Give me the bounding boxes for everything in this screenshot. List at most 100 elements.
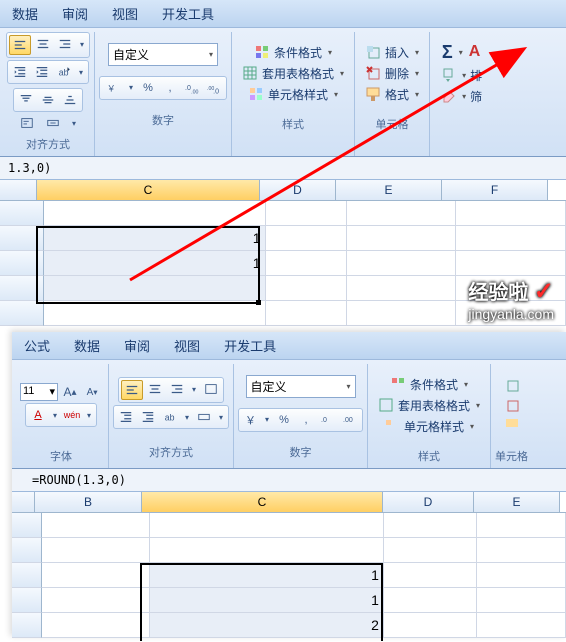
decrease-decimal-icon[interactable]: .00.0 xyxy=(204,79,224,97)
align-middle-icon[interactable] xyxy=(38,91,58,109)
cell[interactable] xyxy=(42,513,150,538)
comma-icon[interactable]: , xyxy=(160,79,180,97)
cell[interactable] xyxy=(44,301,266,326)
align-right-icon[interactable] xyxy=(55,35,75,53)
merge-center-icon[interactable] xyxy=(194,408,214,426)
format-as-table-button[interactable]: 套用表格格式 ▾ xyxy=(238,64,348,83)
indent-increase-icon[interactable] xyxy=(138,408,158,426)
cell[interactable]: 1 xyxy=(150,588,384,613)
decrease-font-icon[interactable]: A▾ xyxy=(82,383,102,401)
cell[interactable] xyxy=(266,226,347,251)
currency-icon[interactable]: ￥ xyxy=(102,79,124,97)
percent-icon[interactable]: % xyxy=(274,411,294,429)
align-top-icon[interactable] xyxy=(16,91,36,109)
dropdown-icon[interactable]: ▾ xyxy=(126,79,136,97)
cell[interactable] xyxy=(384,538,477,563)
cell[interactable] xyxy=(477,563,566,588)
cell[interactable] xyxy=(477,538,566,563)
fill-button[interactable]: ▾ 排 xyxy=(436,66,486,85)
row-header[interactable] xyxy=(0,201,44,226)
column-header[interactable]: D xyxy=(260,180,336,200)
wrap-text-icon[interactable] xyxy=(201,380,221,398)
cell[interactable] xyxy=(384,513,477,538)
indent-decrease-icon[interactable] xyxy=(10,63,30,81)
cell[interactable] xyxy=(266,301,347,326)
number-format-select[interactable]: 自定义 ▾ xyxy=(108,43,218,66)
cell[interactable] xyxy=(384,613,477,638)
insert-button[interactable]: 插入 ▾ xyxy=(361,43,423,62)
cell[interactable] xyxy=(42,613,150,638)
cell[interactable] xyxy=(456,201,566,226)
cell[interactable] xyxy=(42,538,150,563)
conditional-formatting-button[interactable]: 条件格式 ▾ xyxy=(386,375,472,394)
cell[interactable]: 1 xyxy=(44,226,266,251)
column-header[interactable]: E xyxy=(474,492,560,512)
decrease-decimal-icon[interactable]: .00 xyxy=(340,411,360,429)
align-right-icon[interactable] xyxy=(167,380,187,398)
comma-icon[interactable]: , xyxy=(296,411,316,429)
cell[interactable] xyxy=(266,201,347,226)
conditional-formatting-button[interactable]: 条件格式 ▾ xyxy=(250,43,336,62)
insert-button[interactable] xyxy=(500,376,524,394)
column-header[interactable]: F xyxy=(442,180,548,200)
column-header[interactable]: C xyxy=(37,180,260,200)
cell[interactable] xyxy=(44,201,266,226)
format-button[interactable]: 格式 ▾ xyxy=(361,85,423,104)
tab-data[interactable]: 数据 xyxy=(74,336,100,355)
cell[interactable] xyxy=(384,563,477,588)
number-format-select[interactable]: 自定义 ▾ xyxy=(246,375,356,398)
delete-button[interactable]: 删除 ▾ xyxy=(361,64,423,83)
cell[interactable] xyxy=(456,251,566,276)
cell[interactable] xyxy=(347,226,457,251)
dropdown-icon[interactable]: ▾ xyxy=(189,380,199,398)
format-as-table-button[interactable]: 套用表格格式 ▾ xyxy=(374,396,484,415)
cell[interactable] xyxy=(347,301,457,326)
spreadsheet-2[interactable]: BCDE 112 xyxy=(12,492,566,638)
align-center-icon[interactable] xyxy=(145,380,165,398)
align-center-icon[interactable] xyxy=(33,35,53,53)
row-header[interactable] xyxy=(12,538,42,563)
cell[interactable] xyxy=(150,538,384,563)
dropdown-icon[interactable]: ▾ xyxy=(262,411,272,429)
phonetic-icon[interactable]: wén xyxy=(62,406,82,424)
row-header[interactable] xyxy=(12,588,42,613)
tab-review[interactable]: 审阅 xyxy=(62,4,88,23)
tab-data[interactable]: 数据 xyxy=(12,4,38,23)
currency-icon[interactable]: ￥ xyxy=(241,411,260,429)
increase-decimal-icon[interactable]: .0 xyxy=(318,411,338,429)
dropdown-icon[interactable]: ▾ xyxy=(76,63,86,81)
cell[interactable]: 1 xyxy=(44,251,266,276)
wrap-text-icon[interactable] xyxy=(17,112,37,134)
column-header[interactable]: E xyxy=(336,180,442,200)
cell[interactable] xyxy=(384,588,477,613)
tab-developer[interactable]: 开发工具 xyxy=(224,336,276,355)
tab-view[interactable]: 视图 xyxy=(174,336,200,355)
row-header[interactable] xyxy=(0,276,44,301)
increase-font-icon[interactable]: A▴ xyxy=(60,383,80,401)
cell[interactable]: 2 xyxy=(150,613,384,638)
increase-decimal-icon[interactable]: .0.00 xyxy=(182,79,202,97)
cell[interactable] xyxy=(347,276,457,301)
dropdown-icon[interactable]: ▾ xyxy=(50,406,60,424)
row-header[interactable] xyxy=(0,251,44,276)
tab-view[interactable]: 视图 xyxy=(112,4,138,23)
autosum-button[interactable]: Σ ▾ A xyxy=(438,41,484,64)
cell-styles-button[interactable]: 单元格样式 ▾ xyxy=(380,417,478,436)
cell-styles-button[interactable]: 单元格样式 ▾ xyxy=(244,85,342,104)
column-header[interactable]: C xyxy=(142,492,383,512)
cell[interactable] xyxy=(477,588,566,613)
align-left-icon[interactable] xyxy=(9,35,31,55)
tab-developer[interactable]: 开发工具 xyxy=(162,4,214,23)
dropdown-icon[interactable]: ▾ xyxy=(84,406,94,424)
row-header[interactable] xyxy=(0,301,44,326)
cell[interactable] xyxy=(266,276,347,301)
row-header[interactable] xyxy=(0,226,44,251)
formula-bar-1[interactable]: 1.3,0) xyxy=(0,157,566,180)
column-header[interactable]: B xyxy=(35,492,142,512)
cell[interactable] xyxy=(42,588,150,613)
tab-formulas[interactable]: 公式 xyxy=(24,336,50,355)
orientation-icon[interactable]: ab xyxy=(54,63,74,81)
cell[interactable] xyxy=(347,251,457,276)
percent-icon[interactable]: % xyxy=(138,79,158,97)
indent-decrease-icon[interactable] xyxy=(116,408,136,426)
